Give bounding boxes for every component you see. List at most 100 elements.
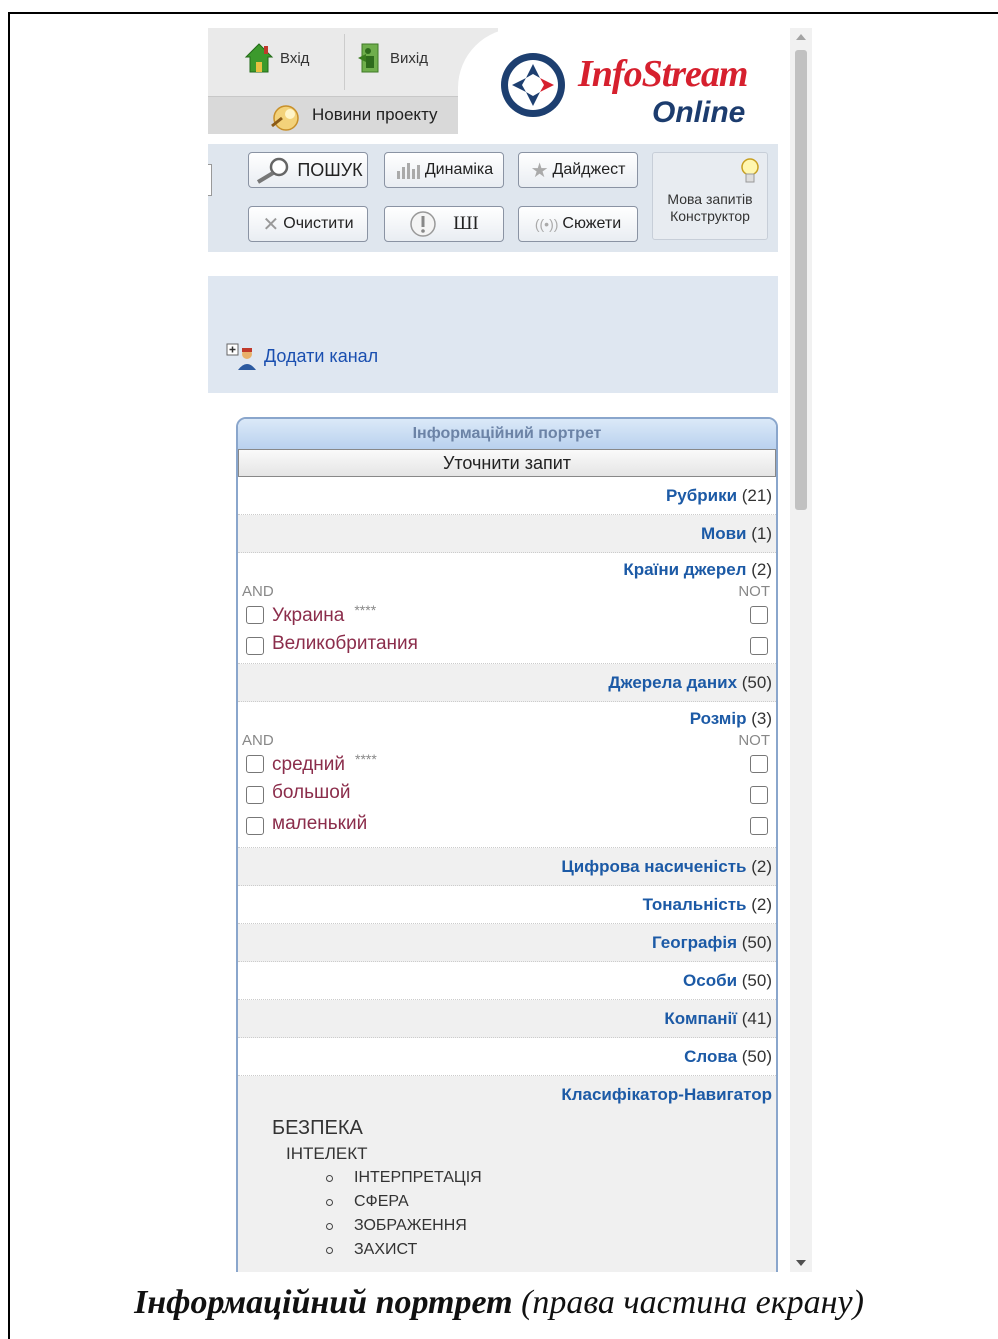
- facet-countries-section: Країни джерел (2) AND NOT Украина **** Ве…: [238, 553, 776, 664]
- add-channel-link[interactable]: Додати канал: [226, 340, 378, 372]
- channel-panel: Додати канал: [208, 276, 778, 393]
- scroll-thumb[interactable]: [795, 50, 807, 510]
- logout-link[interactable]: Вихід: [354, 42, 428, 74]
- scroll-up-icon[interactable]: [796, 34, 806, 40]
- classifier-section: Класифікатор-Навигатор БЕЗПЕКА ІНТЕЛЕКТ …: [238, 1076, 776, 1272]
- classifier-tree: БЕЗПЕКА ІНТЕЛЕКТ ІНТЕРПРЕТАЦІЯ СФЕРА ЗОБ…: [238, 1114, 776, 1272]
- tree-node[interactable]: ІНТЕЛЕКТ: [272, 1142, 776, 1166]
- facet-count: (1): [751, 524, 772, 543]
- refine-query-button[interactable]: Уточнити запит: [238, 449, 776, 477]
- screenshot-area: Вхід Вихід Новини проекту InfoStream Onl: [208, 28, 812, 1272]
- and-label: AND: [242, 583, 274, 600]
- logo-text-sub: Online: [652, 96, 746, 129]
- query-language-button[interactable]: Мова запитів Конструктор: [652, 152, 768, 240]
- news-link[interactable]: Новини проекту: [266, 96, 438, 134]
- add-channel-label: Додати канал: [264, 345, 379, 366]
- facet-size-section: Розмір (3) AND NOT средний **** большой м…: [238, 702, 776, 848]
- facet-label: Рубрики: [665, 486, 738, 505]
- facet-count: (41): [741, 1009, 772, 1028]
- logo-emblem-icon: [501, 53, 565, 117]
- logout-label: Вихід: [390, 49, 428, 67]
- not-checkbox[interactable]: [750, 755, 768, 773]
- login-link[interactable]: Вхід: [244, 42, 309, 74]
- lightbulb-icon: [741, 158, 759, 183]
- facet-count: (3): [751, 709, 772, 728]
- ai-button[interactable]: ШІ: [384, 206, 504, 242]
- and-checkbox[interactable]: [246, 786, 264, 804]
- not-label: NOT: [738, 583, 770, 600]
- clear-button[interactable]: ✕ Очистити: [248, 206, 368, 242]
- facet-digital[interactable]: Цифрова насиченість (2): [238, 848, 776, 886]
- query-language-label: Мова запитів: [667, 191, 753, 207]
- stories-label: Сюжети: [562, 215, 622, 232]
- broadcast-icon: ((•)): [534, 216, 559, 232]
- rating-stars: ****: [354, 602, 377, 618]
- info-portrait-panel: Інформаційний портрет Уточнити запит Руб…: [236, 417, 778, 1272]
- item-label: Украина: [272, 605, 345, 626]
- facet-size[interactable]: Розмір (3): [238, 702, 776, 732]
- not-checkbox[interactable]: [750, 637, 768, 655]
- and-checkbox[interactable]: [246, 817, 264, 835]
- search-button[interactable]: ПОШУК: [248, 152, 368, 188]
- star-icon: ★: [530, 159, 549, 182]
- facet-count: (2): [751, 560, 772, 579]
- not-checkbox[interactable]: [750, 606, 768, 624]
- item-label: средний: [272, 754, 346, 775]
- and-checkbox[interactable]: [246, 606, 264, 624]
- facet-label: Розмір: [689, 709, 747, 728]
- nav-separator: [344, 34, 345, 90]
- vertical-scrollbar[interactable]: [790, 28, 812, 1272]
- tree-leaf[interactable]: ЗАХИСТ: [272, 1238, 776, 1262]
- facet-count: (21): [741, 486, 772, 505]
- list-item: средний ****: [238, 750, 776, 781]
- and-not-header: AND NOT: [238, 583, 776, 601]
- stories-button[interactable]: ((•)) Сюжети: [518, 206, 638, 242]
- tree-leaf[interactable]: СФЕРА: [272, 1190, 776, 1214]
- not-checkbox[interactable]: [750, 786, 768, 804]
- panel-title: Інформаційний портрет: [238, 419, 776, 449]
- tree-node[interactable]: БЕЗПЕКА: [272, 1114, 776, 1142]
- facet-sources[interactable]: Джерела даних (50): [238, 664, 776, 702]
- facet-label: Цифрова насиченість: [561, 857, 747, 876]
- facet-persons[interactable]: Особи (50): [238, 962, 776, 1000]
- news-label: Новини проекту: [312, 105, 438, 124]
- tree-leaf[interactable]: ЗОБРАЖЕННЯ: [272, 1214, 776, 1238]
- facet-label: Компанії: [664, 1009, 738, 1028]
- list-item: Украина ****: [238, 601, 776, 632]
- facet-count: (50): [741, 971, 772, 990]
- facet-count: (50): [741, 673, 772, 692]
- facet-label: Слова: [684, 1047, 738, 1066]
- dynamics-button[interactable]: Динаміка: [384, 152, 504, 188]
- facet-count: (2): [751, 895, 772, 914]
- facet-geography[interactable]: Географія (50): [238, 924, 776, 962]
- list-item: большой: [238, 781, 776, 812]
- not-checkbox[interactable]: [750, 817, 768, 835]
- facet-label: Особи: [683, 971, 738, 990]
- search-input-edge[interactable]: [208, 164, 212, 196]
- facet-label: Тональність: [642, 895, 747, 914]
- facet-tonality[interactable]: Тональність (2): [238, 886, 776, 924]
- login-label: Вхід: [280, 49, 310, 67]
- facet-languages[interactable]: Мови (1): [238, 515, 776, 553]
- dynamics-label: Динаміка: [424, 161, 494, 178]
- tree-leaf-label: ЗОБРАЖЕННЯ: [354, 1217, 467, 1234]
- magnifier-icon: [253, 156, 293, 184]
- facet-words[interactable]: Слова (50): [238, 1038, 776, 1076]
- logo-text-main: InfoStream: [578, 53, 748, 95]
- and-checkbox[interactable]: [246, 755, 264, 773]
- digest-button[interactable]: ★ Дайджест: [518, 152, 638, 188]
- and-checkbox[interactable]: [246, 637, 264, 655]
- facet-label: Класифікатор-Навигатор: [561, 1085, 772, 1104]
- exclamation-icon: [409, 210, 437, 238]
- tree-leaf[interactable]: ІНТЕРПРЕТАЦІЯ: [272, 1166, 776, 1190]
- facet-count: (50): [741, 933, 772, 952]
- facet-countries[interactable]: Країни джерел (2): [238, 553, 776, 583]
- scroll-down-icon[interactable]: [796, 1260, 806, 1266]
- rating-stars: ****: [355, 751, 377, 767]
- facet-label: Географія: [651, 933, 738, 952]
- facet-rubrics[interactable]: Рубрики (21): [238, 477, 776, 515]
- constructor-label: Конструктор: [670, 208, 750, 224]
- facet-companies[interactable]: Компанії (41): [238, 1000, 776, 1038]
- list-item: Великобритания: [238, 632, 776, 663]
- facet-classifier[interactable]: Класифікатор-Навигатор: [238, 1076, 776, 1114]
